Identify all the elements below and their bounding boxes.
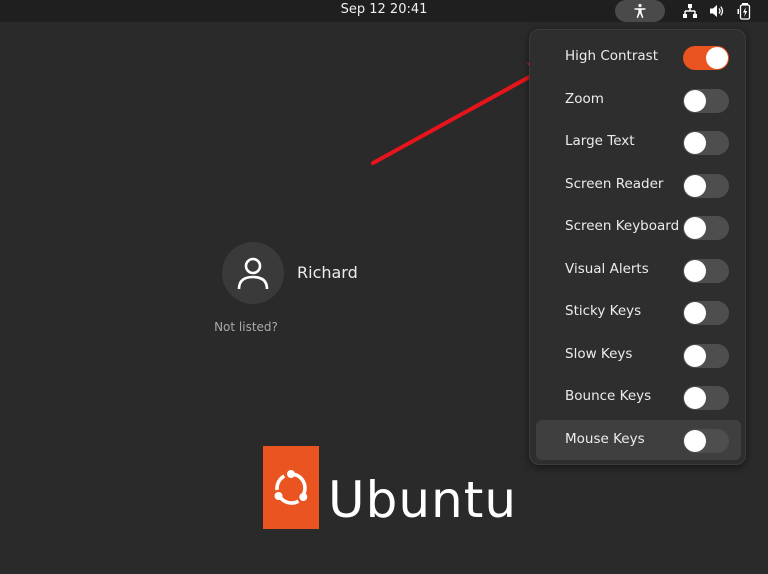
- network-status[interactable]: [680, 2, 700, 20]
- menu-item-label: Slow Keys: [565, 345, 633, 362]
- menu-item-label: Large Text: [565, 133, 635, 149]
- screen-reader-toggle[interactable]: [683, 173, 729, 198]
- menu-item-label: High Contrast: [565, 48, 659, 64]
- top-bar: Sep 12 20:41: [0, 0, 768, 22]
- screen-keyboard-toggle[interactable]: [683, 216, 729, 240]
- ubuntu-logo: [263, 446, 319, 529]
- toggle-knob: [684, 387, 706, 409]
- volume-status[interactable]: [707, 2, 727, 20]
- toggle-knob: [684, 217, 706, 239]
- zoom-toggle[interactable]: [683, 88, 729, 113]
- toggle-knob: [684, 259, 706, 282]
- sticky-keys-toggle[interactable]: [683, 301, 729, 325]
- battery-icon: [737, 3, 751, 20]
- toggle-knob: [684, 89, 706, 112]
- user-icon: [237, 257, 269, 290]
- toggle-knob: [684, 429, 706, 452]
- user-avatar[interactable]: [222, 242, 284, 304]
- menu-item-visual-alerts[interactable]: Visual Alerts: [536, 250, 741, 290]
- volume-icon: [710, 5, 724, 17]
- slow-keys-toggle[interactable]: [683, 343, 729, 368]
- toggle-knob: [684, 174, 706, 197]
- large-text-toggle[interactable]: [683, 131, 729, 155]
- toggle-knob: [706, 47, 728, 69]
- menu-item-slow-keys[interactable]: Slow Keys: [536, 335, 741, 375]
- toggle-knob: [684, 132, 706, 154]
- username[interactable]: Richard: [297, 263, 358, 282]
- visual-alerts-toggle[interactable]: [683, 258, 729, 283]
- network-icon: [683, 4, 697, 18]
- toggle-knob: [684, 302, 706, 324]
- mouse-keys-toggle[interactable]: [683, 428, 729, 453]
- menu-item-bounce-keys[interactable]: Bounce Keys: [536, 377, 741, 417]
- toggle-knob: [684, 344, 706, 367]
- menu-item-label: Screen Reader: [565, 175, 664, 192]
- menu-item-high-contrast[interactable]: High Contrast: [536, 37, 741, 77]
- ubuntu-wordmark: Ubuntu: [328, 471, 518, 529]
- menu-item-label: Visual Alerts: [565, 260, 649, 277]
- menu-item-screen-keyboard[interactable]: Screen Keyboard: [536, 207, 741, 247]
- battery-status[interactable]: [735, 2, 755, 20]
- accessibility-icon: [634, 3, 646, 18]
- menu-item-label: Sticky Keys: [565, 303, 642, 319]
- menu-item-screen-reader[interactable]: Screen Reader: [536, 165, 741, 205]
- bounce-keys-toggle[interactable]: [683, 386, 729, 410]
- menu-item-label: Screen Keyboard: [565, 218, 680, 234]
- menu-item-label: Mouse Keys: [565, 430, 645, 447]
- menu-item-sticky-keys[interactable]: Sticky Keys: [536, 292, 741, 332]
- menu-item-label: Bounce Keys: [565, 388, 652, 404]
- circle-of-friends-icon: [274, 469, 308, 505]
- menu-item-mouse-keys[interactable]: Mouse Keys: [536, 419, 741, 460]
- accessibility-menu: High Contrast Zoom Large Text Screen Reader…: [529, 29, 746, 465]
- menu-item-large-text[interactable]: Large Text: [536, 122, 741, 162]
- menu-item-label: Zoom: [565, 90, 604, 107]
- menu-item-zoom[interactable]: Zoom: [536, 80, 741, 120]
- accessibility-menu-button[interactable]: [615, 0, 665, 22]
- high-contrast-toggle[interactable]: [683, 46, 729, 70]
- not-listed-link[interactable]: Not listed?: [206, 320, 286, 334]
